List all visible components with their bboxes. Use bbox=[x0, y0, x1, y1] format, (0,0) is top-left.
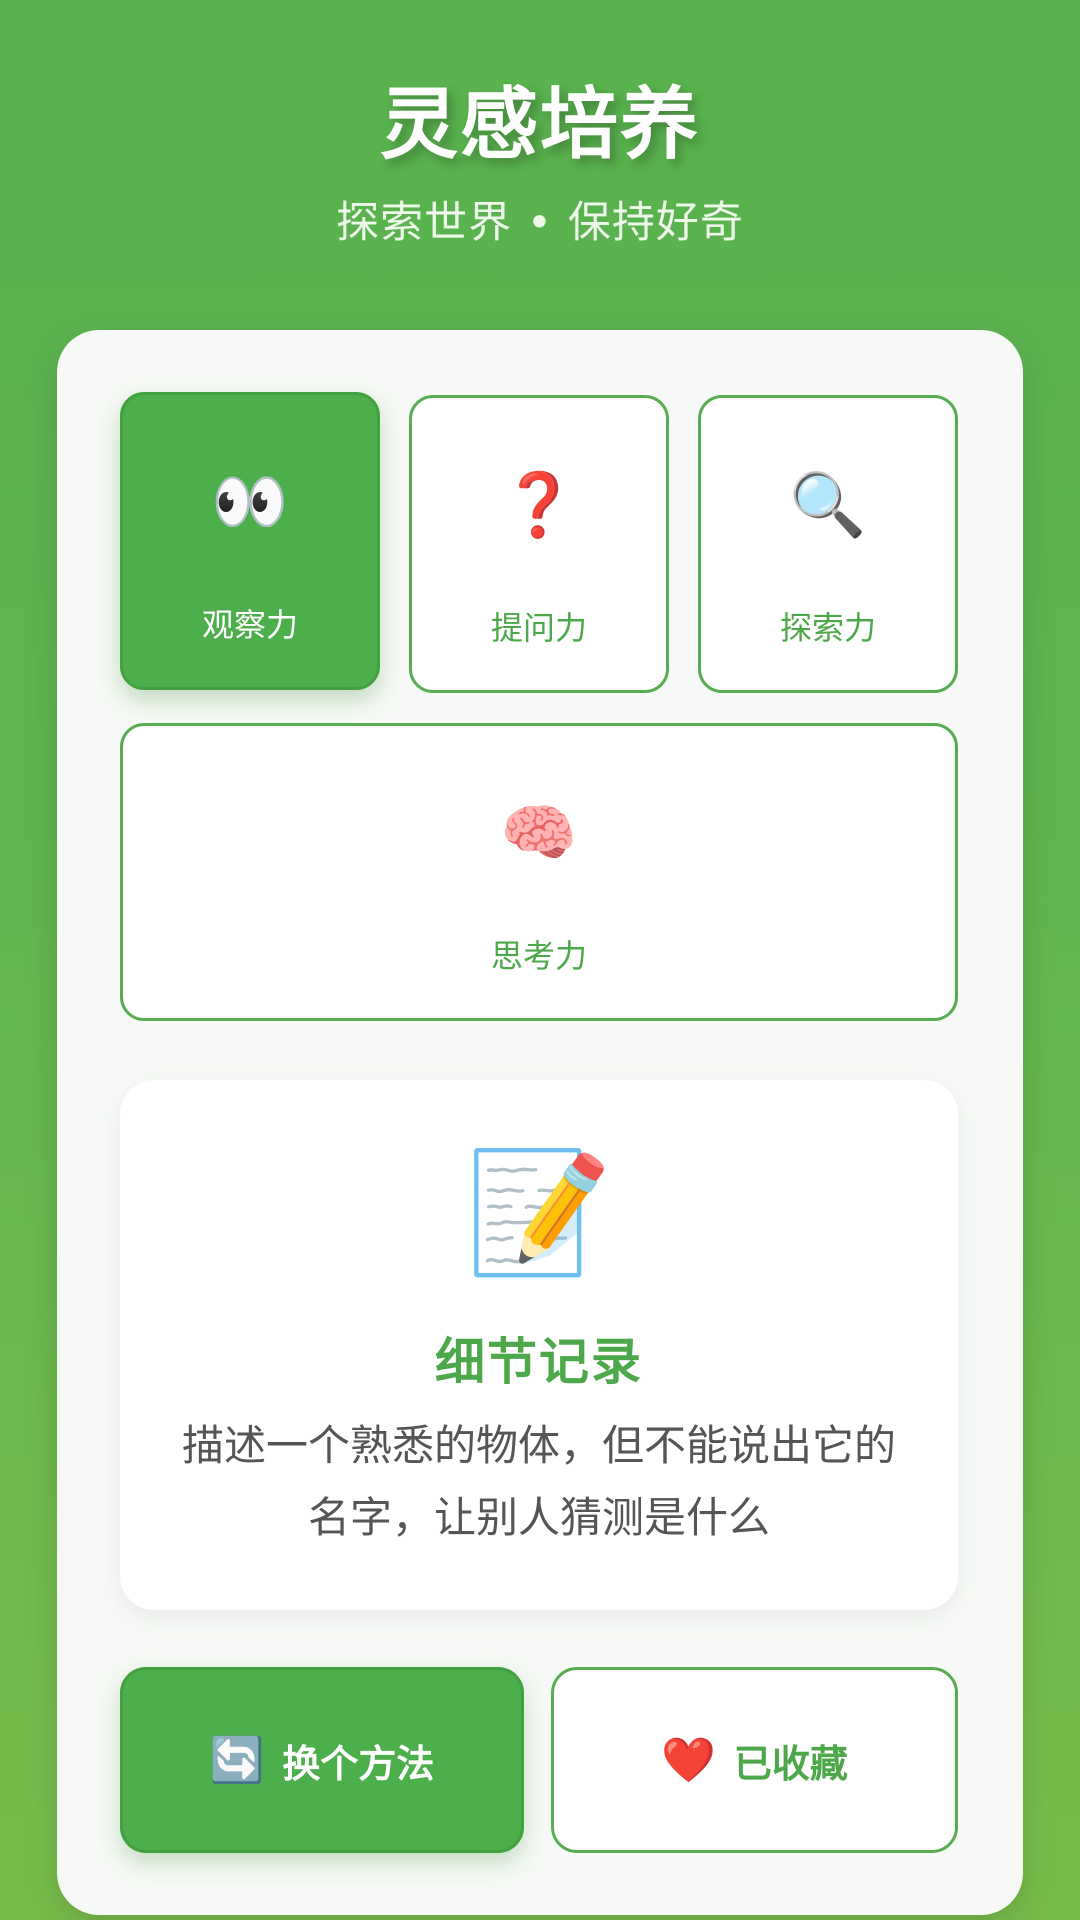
eyes-icon: 👀 bbox=[211, 465, 289, 538]
question-mark-icon: ❓ bbox=[500, 468, 578, 541]
magnifier-icon: 🔍 bbox=[789, 468, 867, 541]
method-title: 细节记录 bbox=[435, 1333, 643, 1391]
method-description: 描述一个熟悉的物体，但不能说出它的名字，让别人猜测是什么 bbox=[181, 1421, 896, 1542]
switch-method-button[interactable]: 🔄 换个方法 bbox=[120, 1667, 524, 1853]
refresh-icon: 🔄 bbox=[209, 1735, 265, 1786]
method-card: 📝 细节记录 描述一个熟悉的物体，但不能说出它的名字，让别人猜测是什么 bbox=[120, 1080, 958, 1610]
switch-method-label: 换个方法 bbox=[282, 1741, 435, 1786]
main-card: 👀 观察力 ❓ 提问力 🔍 探索力 🧠 思考力 📝 细节记录 描述一个熟悉的物体… bbox=[57, 330, 1023, 1915]
category-label: 思考力 bbox=[490, 937, 587, 975]
favorite-label: 已收藏 bbox=[733, 1741, 848, 1786]
brain-icon: 🧠 bbox=[500, 796, 578, 869]
category-questioning[interactable]: ❓ 提问力 bbox=[409, 395, 669, 693]
favorite-button[interactable]: ❤️ 已收藏 bbox=[551, 1667, 958, 1853]
category-thinking[interactable]: 🧠 思考力 bbox=[120, 723, 958, 1021]
category-label: 探索力 bbox=[779, 609, 876, 647]
memo-pencil-icon: 📝 bbox=[465, 1143, 613, 1281]
heart-icon: ❤️ bbox=[661, 1735, 716, 1786]
category-exploration[interactable]: 🔍 探索力 bbox=[698, 395, 958, 693]
category-label: 提问力 bbox=[490, 609, 587, 647]
page-subtitle: 探索世界 • 保持好奇 bbox=[336, 198, 744, 248]
category-label: 观察力 bbox=[201, 606, 298, 644]
page-title: 灵感培养 bbox=[379, 80, 700, 170]
category-observation[interactable]: 👀 观察力 bbox=[120, 392, 380, 690]
